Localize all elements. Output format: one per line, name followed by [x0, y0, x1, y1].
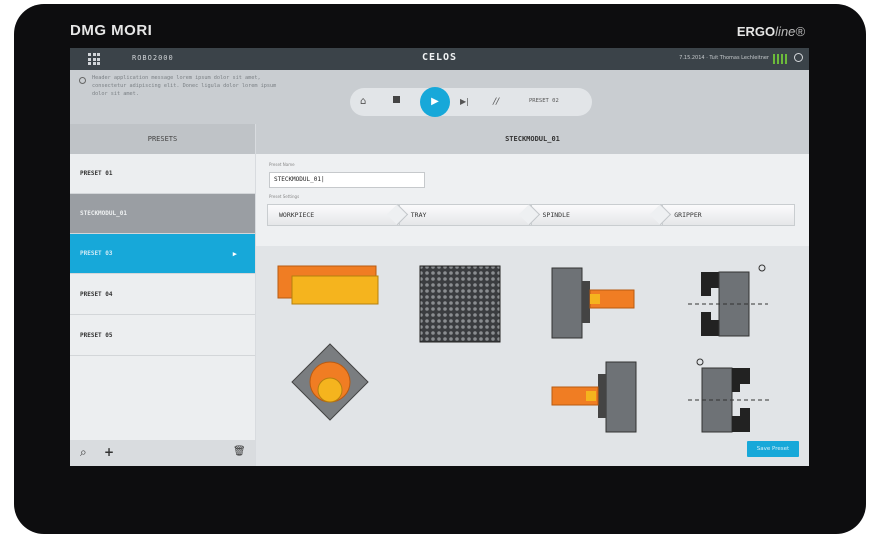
preset-item-selected[interactable]: PRESET 03 ▶: [70, 234, 255, 274]
step-spindle[interactable]: SPINDLE: [531, 203, 672, 226]
power-icon[interactable]: [794, 53, 803, 62]
screen: ROBO2000 CELOS 7.15.2014 · Tuit Thomas L…: [70, 48, 809, 466]
brand-logo: DMG MORI: [70, 22, 153, 39]
presets-panel: PRESETS PRESET 01 STECKMODUL_01 PRESET 0…: [70, 124, 255, 466]
signal-icon: [773, 54, 787, 64]
preset-item[interactable]: STECKMODUL_01: [70, 194, 255, 234]
preset-item[interactable]: PRESET 05: [70, 316, 255, 356]
status-text: 7.15.2014 · Tuit Thomas Lechleitner: [679, 55, 769, 61]
gripper-reverse-icon[interactable]: [688, 358, 772, 433]
workpiece-block-icon[interactable]: [277, 265, 379, 305]
step-workpiece[interactable]: WORKPIECE: [267, 203, 408, 226]
preset-name-input[interactable]: STECKMODUL_01|: [269, 172, 425, 188]
editor-title: STECKMODUL_01: [256, 124, 809, 154]
top-bar: ROBO2000 CELOS 7.15.2014 · Tuit Thomas L…: [70, 48, 809, 70]
preset-item[interactable]: PRESET 04: [70, 275, 255, 315]
ergoline-logo: ERGOline®: [736, 24, 805, 39]
preset-form: Preset Name STECKMODUL_01| Preset Settin…: [256, 154, 809, 246]
name-label: Preset Name: [269, 162, 295, 167]
play-icon: ▶: [431, 96, 439, 107]
info-icon: [79, 77, 86, 84]
step-gripper[interactable]: GRIPPER: [663, 204, 795, 226]
workpiece-round-icon[interactable]: [291, 343, 369, 421]
message-text: Header application message lorem ipsum d…: [92, 75, 277, 97]
presets-header: PRESETS: [70, 124, 255, 154]
skip-icon[interactable]: ▶|: [460, 95, 469, 109]
gripper-icon[interactable]: [688, 264, 768, 337]
add-icon[interactable]: +: [104, 445, 114, 459]
settings-steps: WORKPIECE TRAY SPINDLE GRIPPER: [267, 203, 795, 226]
current-preset-label: PRESET 02: [529, 98, 559, 104]
settings-label: Preset Settings: [269, 194, 300, 199]
step-tray[interactable]: TRAY: [399, 203, 540, 226]
save-preset-button[interactable]: Save Preset: [747, 441, 799, 457]
trash-icon[interactable]: 🗑: [233, 445, 246, 459]
spindle-reverse-icon[interactable]: [551, 361, 637, 433]
media-controls: ⌂ ▶ ▶| // PRESET 02: [350, 87, 592, 117]
stop-icon[interactable]: [393, 96, 400, 103]
search-icon[interactable]: ⌕: [80, 445, 87, 459]
preset-graphics: [277, 264, 772, 433]
play-button[interactable]: ▶: [420, 87, 450, 117]
message-bar: Header application message lorem ipsum d…: [70, 70, 809, 124]
editor-panel: STECKMODUL_01 Preset Name STECKMODUL_01|…: [256, 124, 809, 466]
spindle-icon[interactable]: [551, 267, 635, 339]
preset-item[interactable]: PRESET 01: [70, 154, 255, 194]
chevron-right-icon: ▶: [232, 250, 237, 258]
reset-icon[interactable]: //: [493, 95, 499, 109]
home-icon[interactable]: ⌂: [360, 95, 366, 109]
presets-toolbar: ⌕ + 🗑: [70, 440, 255, 466]
tray-icon[interactable]: [419, 265, 501, 343]
